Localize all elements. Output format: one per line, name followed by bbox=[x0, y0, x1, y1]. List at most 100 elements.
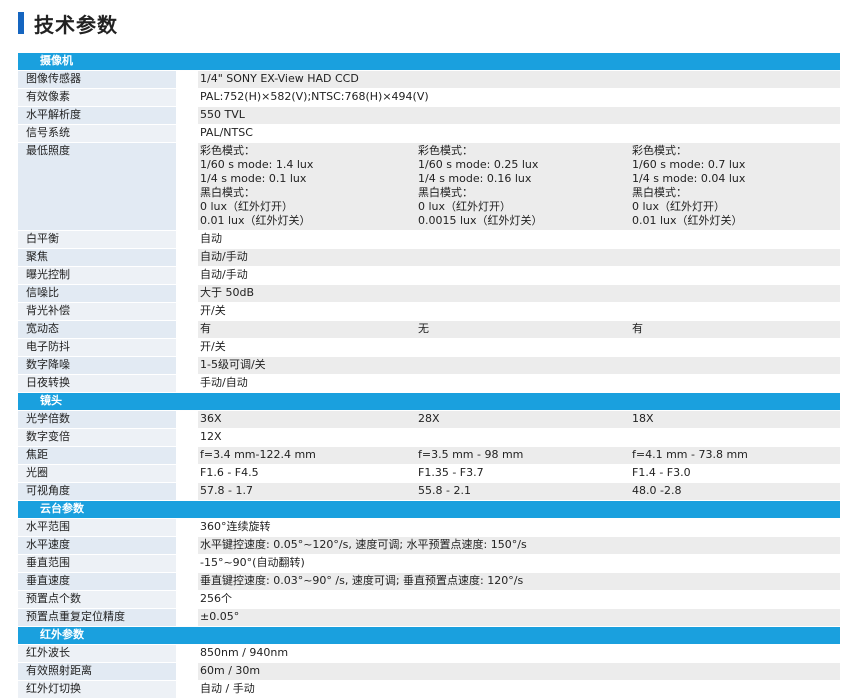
spec-label: 水平范围 bbox=[18, 518, 198, 537]
spec-label: 有效照射距离 bbox=[18, 662, 198, 681]
spec-row: 水平解析度 550 TVL bbox=[18, 106, 840, 125]
spec-row: 最低照度 彩色模式： 1/60 s mode: 1.4 lux 1/4 s mode:… bbox=[18, 142, 840, 231]
spec-row: 日夜转换 手动/自动 bbox=[18, 374, 840, 393]
spec-row: 数字降噪 1-5级可调/关 bbox=[18, 356, 840, 375]
spec-label: 信号系统 bbox=[18, 124, 198, 143]
spec-value-model-2: 55.8 - 2.1 bbox=[418, 482, 632, 501]
spec-value-model-1: f=3.4 mm-122.4 mm bbox=[187, 446, 418, 465]
spec-value-model-1: 有 bbox=[187, 320, 418, 339]
spec-value: ±0.05° bbox=[187, 608, 840, 627]
spec-value-model-1: 36X bbox=[187, 410, 418, 429]
spec-value-model-3: 48.0 -2.8 bbox=[632, 482, 840, 501]
spec-row: 焦距 f=3.4 mm-122.4 mm f=3.5 mm - 98 mm f=4.1… bbox=[18, 446, 840, 465]
spec-value-model-2: 彩色模式： 1/60 s mode: 0.25 lux 1/4 s mode: 0.… bbox=[418, 142, 632, 231]
spec-value: 手动/自动 bbox=[187, 374, 840, 393]
spec-value: PAL/NTSC bbox=[187, 124, 840, 143]
spec-label: 有效像素 bbox=[18, 88, 198, 107]
spec-value: 自动/手动 bbox=[187, 266, 840, 285]
spec-value-line: 0 lux（红外灯开） bbox=[418, 200, 512, 213]
spec-label: 红外波长 bbox=[18, 644, 198, 663]
spec-label: 垂直范围 bbox=[18, 554, 198, 573]
spec-label: 光学倍数 bbox=[18, 410, 198, 429]
spec-value-line: 黑白模式： bbox=[200, 186, 255, 199]
spec-value: 开/关 bbox=[187, 302, 840, 321]
spec-row: 有效像素 PAL:752(H)×582(V);NTSC:768(H)×494(V) bbox=[18, 88, 840, 107]
spec-value-line: 0.01 lux（红外灯关） bbox=[200, 214, 311, 227]
spec-value-model-2: 无 bbox=[418, 320, 632, 339]
spec-label: 白平衡 bbox=[18, 230, 198, 249]
section-header: 镜头 bbox=[18, 392, 840, 411]
spec-row: 图像传感器 1/4" SONY EX-View HAD CCD bbox=[18, 70, 840, 89]
section-header: 云台参数 bbox=[18, 500, 840, 519]
spec-value-line: 1/4 s mode: 0.1 lux bbox=[200, 172, 307, 185]
spec-label: 红外灯切换 bbox=[18, 680, 198, 699]
spec-value-line: 彩色模式： bbox=[200, 144, 255, 157]
spec-value: 大于 50dB bbox=[187, 284, 840, 303]
spec-label: 最低照度 bbox=[18, 142, 198, 231]
spec-label: 垂直速度 bbox=[18, 572, 198, 591]
spec-value: 开/关 bbox=[187, 338, 840, 357]
spec-label: 日夜转换 bbox=[18, 374, 198, 393]
spec-label: 图像传感器 bbox=[18, 70, 198, 89]
spec-row: 光圈 F1.6 - F4.5 F1.35 - F3.7 F1.4 - F3.0 bbox=[18, 464, 840, 483]
spec-value-model-1: 57.8 - 1.7 bbox=[187, 482, 418, 501]
spec-label: 背光补偿 bbox=[18, 302, 198, 321]
spec-label: 焦距 bbox=[18, 446, 198, 465]
spec-value: 自动/手动 bbox=[187, 248, 840, 267]
spec-value: 850nm / 940nm bbox=[187, 644, 840, 663]
spec-label: 曝光控制 bbox=[18, 266, 198, 285]
spec-row: 垂直范围 -15°~90°(自动翻转) bbox=[18, 554, 840, 573]
spec-table: 摄像机 图像传感器 1/4" SONY EX-View HAD CCD 有效像素 PAL… bbox=[18, 53, 840, 699]
spec-row: 水平范围 360°连续旋转 bbox=[18, 518, 840, 537]
section-header: 红外参数 bbox=[18, 626, 840, 645]
spec-value: 垂直键控速度: 0.03°~90° /s, 速度可调; 垂直预置点速度: 120… bbox=[187, 572, 840, 591]
spec-value: 360°连续旋转 bbox=[187, 518, 840, 537]
section-title: 摄像机 bbox=[18, 53, 840, 71]
spec-value-model-2: F1.35 - F3.7 bbox=[418, 464, 632, 483]
spec-label: 光圈 bbox=[18, 464, 198, 483]
spec-value-line: 彩色模式： bbox=[632, 144, 687, 157]
spec-label: 电子防抖 bbox=[18, 338, 198, 357]
spec-row: 垂直速度 垂直键控速度: 0.03°~90° /s, 速度可调; 垂直预置点速度:… bbox=[18, 572, 840, 591]
spec-value-model-1: F1.6 - F4.5 bbox=[187, 464, 418, 483]
spec-value-model-2: 28X bbox=[418, 410, 632, 429]
spec-row: 曝光控制 自动/手动 bbox=[18, 266, 840, 285]
spec-value-line: 1/60 s mode: 0.25 lux bbox=[418, 158, 539, 171]
spec-row: 背光补偿 开/关 bbox=[18, 302, 840, 321]
spec-label: 信噪比 bbox=[18, 284, 198, 303]
spec-label: 数字降噪 bbox=[18, 356, 198, 375]
spec-value-line: 0.01 lux（红外灯关） bbox=[632, 214, 743, 227]
title-accent-bar bbox=[18, 12, 24, 34]
spec-value-model-3: 有 bbox=[632, 320, 840, 339]
spec-value-model-3: F1.4 - F3.0 bbox=[632, 464, 840, 483]
spec-value: 水平键控速度: 0.05°~120°/s, 速度可调; 水平预置点速度: 150… bbox=[187, 536, 840, 555]
spec-value-line: 0.0015 lux（红外灯关） bbox=[418, 214, 543, 227]
spec-value: 1-5级可调/关 bbox=[187, 356, 840, 375]
spec-row: 宽动态有无有 bbox=[18, 320, 840, 339]
spec-value: 256个 bbox=[187, 590, 840, 609]
spec-value: 自动 / 手动 bbox=[187, 680, 840, 699]
page-title: 技术参数 bbox=[34, 12, 118, 37]
spec-row: 白平衡 自动 bbox=[18, 230, 840, 249]
spec-value-line: 1/60 s mode: 1.4 lux bbox=[200, 158, 314, 171]
spec-row: 预置点个数 256个 bbox=[18, 590, 840, 609]
spec-value-line: 1/4 s mode: 0.04 lux bbox=[632, 172, 746, 185]
spec-value-line: 黑白模式： bbox=[632, 186, 687, 199]
spec-value-model-3: f=4.1 mm - 73.8 mm bbox=[632, 446, 840, 465]
spec-value: 1/4" SONY EX-View HAD CCD bbox=[187, 70, 840, 89]
spec-row: 预置点重复定位精度 ±0.05° bbox=[18, 608, 840, 627]
section-title: 红外参数 bbox=[18, 626, 840, 645]
spec-label: 水平速度 bbox=[18, 536, 198, 555]
spec-value-line: 0 lux（红外灯开） bbox=[632, 200, 726, 213]
spec-value: -15°~90°(自动翻转) bbox=[187, 554, 840, 573]
spec-value: 60m / 30m bbox=[187, 662, 840, 681]
spec-row: 信号系统 PAL/NTSC bbox=[18, 124, 840, 143]
spec-value-line: 黑白模式： bbox=[418, 186, 473, 199]
spec-label: 预置点个数 bbox=[18, 590, 198, 609]
spec-row: 红外灯切换 自动 / 手动 bbox=[18, 680, 840, 699]
spec-value-model-3: 18X bbox=[632, 410, 840, 429]
spec-row: 聚焦 自动/手动 bbox=[18, 248, 840, 267]
section-header: 摄像机 bbox=[18, 53, 840, 71]
spec-value-line: 0 lux（红外灯开） bbox=[200, 200, 294, 213]
spec-value: PAL:752(H)×582(V);NTSC:768(H)×494(V) bbox=[187, 88, 840, 107]
